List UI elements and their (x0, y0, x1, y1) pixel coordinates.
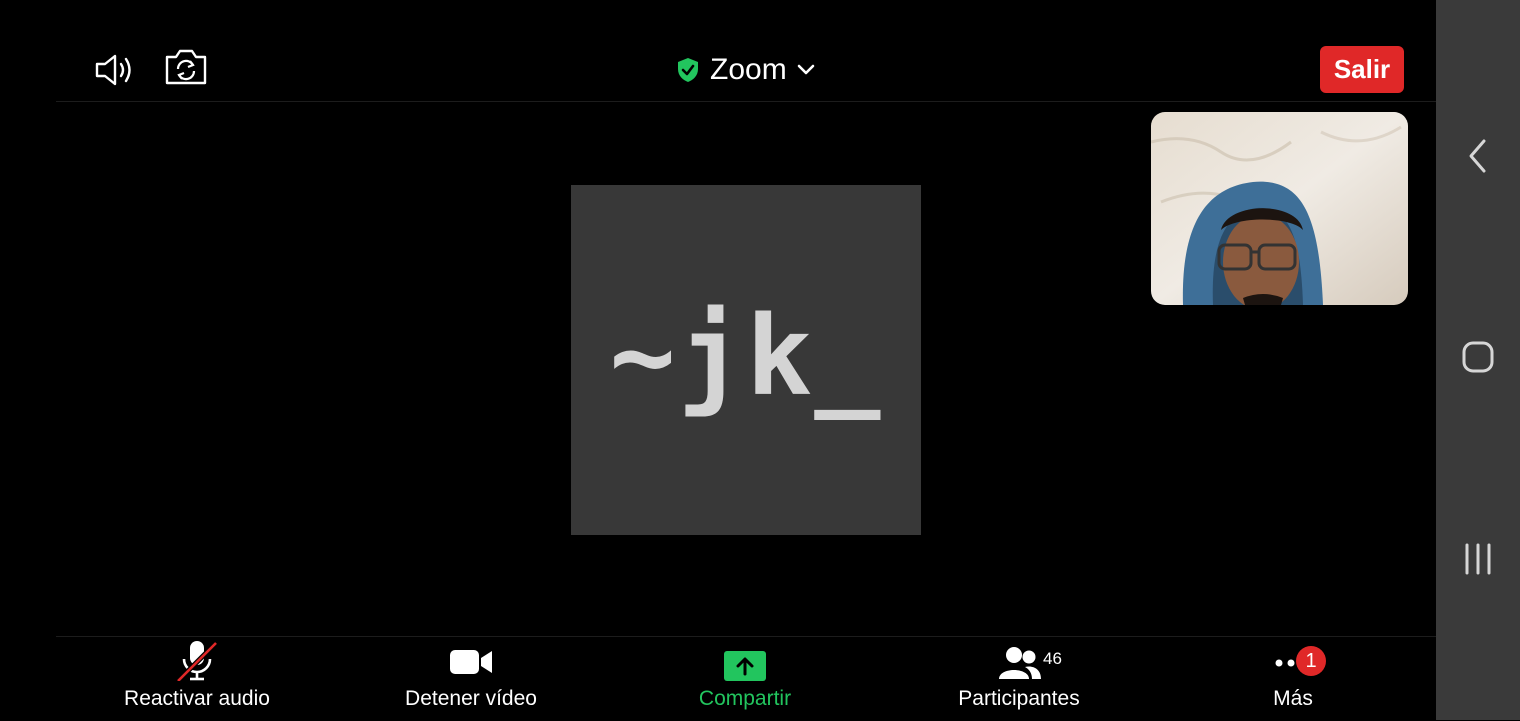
recents-icon[interactable] (1436, 543, 1520, 575)
meeting-title: Zoom (710, 53, 787, 86)
system-navigation-bar (1436, 0, 1520, 720)
stop-video-button[interactable]: Detener vídeo (371, 637, 571, 721)
unmute-audio-button[interactable]: Reactivar audio (97, 637, 297, 721)
participants-label: Participantes (958, 687, 1080, 710)
speaker-icon[interactable] (94, 50, 138, 90)
meeting-title-dropdown[interactable]: Zoom (676, 50, 815, 90)
more-label: Más (1273, 687, 1313, 710)
more-dots-icon: 1 (1193, 637, 1393, 681)
share-upload-icon (645, 637, 845, 681)
back-chevron-icon[interactable] (1436, 138, 1520, 174)
participant-avatar-tile: ~jk_ (571, 185, 921, 535)
self-video-thumbnail[interactable] (1151, 112, 1408, 305)
leave-button[interactable]: Salir (1320, 46, 1404, 93)
share-label: Compartir (698, 687, 792, 710)
unmute-audio-label: Reactivar audio (124, 687, 270, 710)
camera-switch-icon[interactable] (162, 46, 210, 88)
participants-icon: 46 (919, 637, 1119, 681)
chevron-down-icon (797, 64, 815, 76)
share-button[interactable]: Compartir (645, 637, 845, 721)
avatar-text: ~jk_ (609, 292, 883, 420)
more-button[interactable]: 1 Más (1193, 637, 1393, 721)
top-bar: Zoom Salir (56, 0, 1436, 102)
notification-badge: 1 (1296, 646, 1326, 676)
shield-check-icon (676, 57, 700, 83)
video-camera-icon (371, 637, 571, 681)
muted-mic-icon (97, 637, 297, 681)
home-icon[interactable] (1436, 340, 1520, 374)
meeting-screen: Zoom Salir ~jk_ Reactivar audio Detener … (0, 0, 1436, 720)
participants-button[interactable]: 46 Participantes (919, 637, 1119, 721)
participants-count: 46 (1043, 649, 1062, 668)
stop-video-label: Detener vídeo (405, 687, 537, 710)
meeting-toolbar: Reactivar audio Detener vídeo Compartir (56, 636, 1436, 721)
